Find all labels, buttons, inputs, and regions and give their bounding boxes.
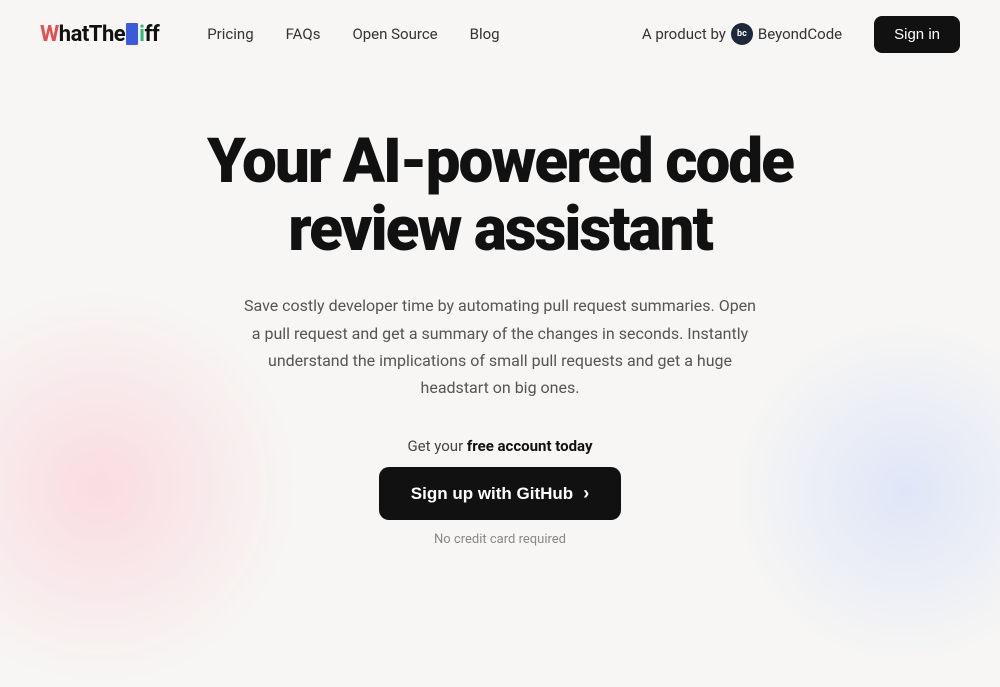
cta-label: Get your free account today: [407, 437, 592, 455]
cta-bold: free account today: [467, 437, 593, 455]
product-by: A product by bc BeyondCode: [642, 23, 842, 45]
beyondcode-label: BeyondCode: [758, 25, 842, 43]
product-prefix: A product by: [642, 25, 726, 43]
blog-link[interactable]: Blog: [470, 25, 500, 43]
nav-links: Pricing FAQs Open Source Blog: [207, 25, 642, 43]
logo[interactable]: What The iff: [40, 22, 159, 47]
sign-in-button[interactable]: Sign in: [874, 16, 960, 53]
logo-w: W: [40, 22, 59, 47]
logo-he: he: [102, 22, 125, 47]
faqs-link[interactable]: FAQs: [286, 25, 321, 43]
navigation: What The iff Pricing FAQs Open Source Bl…: [0, 0, 1000, 68]
beyondcode-icon: bc: [731, 23, 753, 45]
open-source-link[interactable]: Open Source: [352, 25, 437, 43]
logo-ff: ff: [144, 22, 159, 47]
hero-section: Your AI-powered code review assistant Sa…: [0, 68, 1000, 587]
signup-github-button[interactable]: Sign up with GitHub ›: [379, 467, 621, 520]
logo-cursor-icon: [126, 23, 138, 45]
hero-subtitle: Save costly developer time by automating…: [240, 292, 760, 401]
logo-hat: hat: [59, 22, 89, 47]
no-credit-card-label: No credit card required: [434, 532, 566, 547]
logo-t1: T: [89, 22, 102, 47]
pricing-link[interactable]: Pricing: [207, 25, 253, 43]
signup-button-label: Sign up with GitHub: [411, 484, 573, 504]
cta-pre: Get your: [407, 437, 466, 455]
arrow-icon: ›: [583, 483, 589, 504]
hero-title: Your AI-powered code review assistant: [150, 128, 850, 264]
